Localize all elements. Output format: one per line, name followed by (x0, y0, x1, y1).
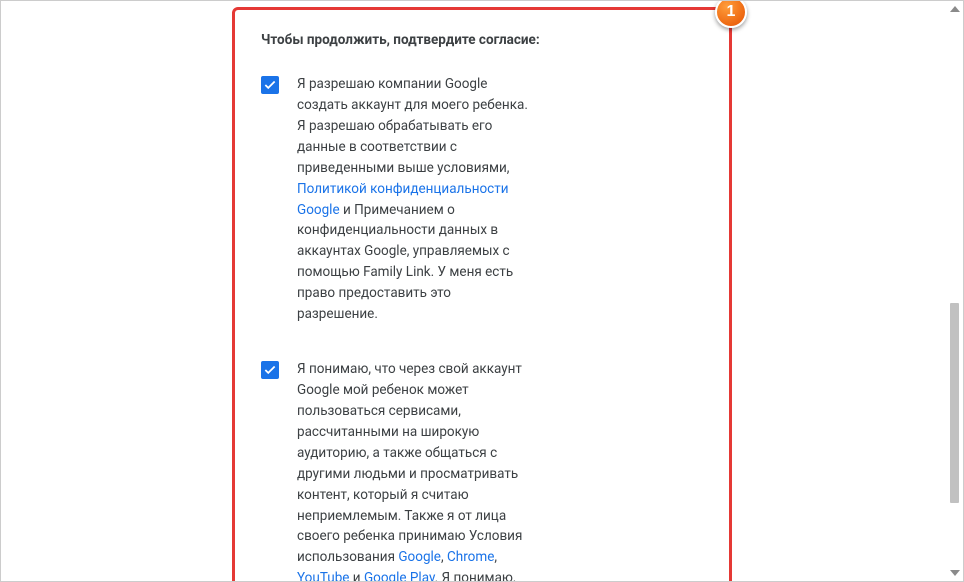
scroll-up-icon[interactable] (950, 6, 960, 12)
checkmark-icon (263, 363, 277, 377)
youtube-terms-link[interactable]: YouTube (297, 570, 349, 581)
consent-checkbox-2[interactable] (261, 361, 279, 379)
consent-panel: 1 Чтобы продолжить, подтвердите согласие… (232, 7, 732, 581)
chrome-terms-link[interactable]: Chrome (447, 549, 494, 565)
scroll-down-icon[interactable] (950, 570, 960, 576)
checkmark-icon (263, 78, 277, 92)
consent-checkbox-1[interactable] (261, 76, 279, 94)
consent-text-1: Я разрешаю компании Google создать аккау… (297, 74, 532, 325)
consent-text-2: Я понимаю, что через свой аккаунт Google… (297, 359, 532, 581)
scroll-container[interactable]: 1 Чтобы продолжить, подтвердите согласие… (1, 1, 963, 581)
consent-heading: Чтобы продолжить, подтвердите согласие: (261, 32, 701, 48)
annotation-badge-1: 1 (715, 1, 747, 28)
scrollbar[interactable] (949, 3, 960, 579)
google-terms-link[interactable]: Google (398, 549, 441, 565)
scroll-thumb[interactable] (950, 303, 959, 503)
google-play-terms-link[interactable]: Google Play (364, 570, 435, 581)
consent-page: 1 Чтобы продолжить, подтвердите согласие… (202, 7, 762, 581)
consent-item-2: Я понимаю, что через свой аккаунт Google… (261, 359, 701, 581)
consent-item-1: Я разрешаю компании Google создать аккау… (261, 74, 701, 325)
